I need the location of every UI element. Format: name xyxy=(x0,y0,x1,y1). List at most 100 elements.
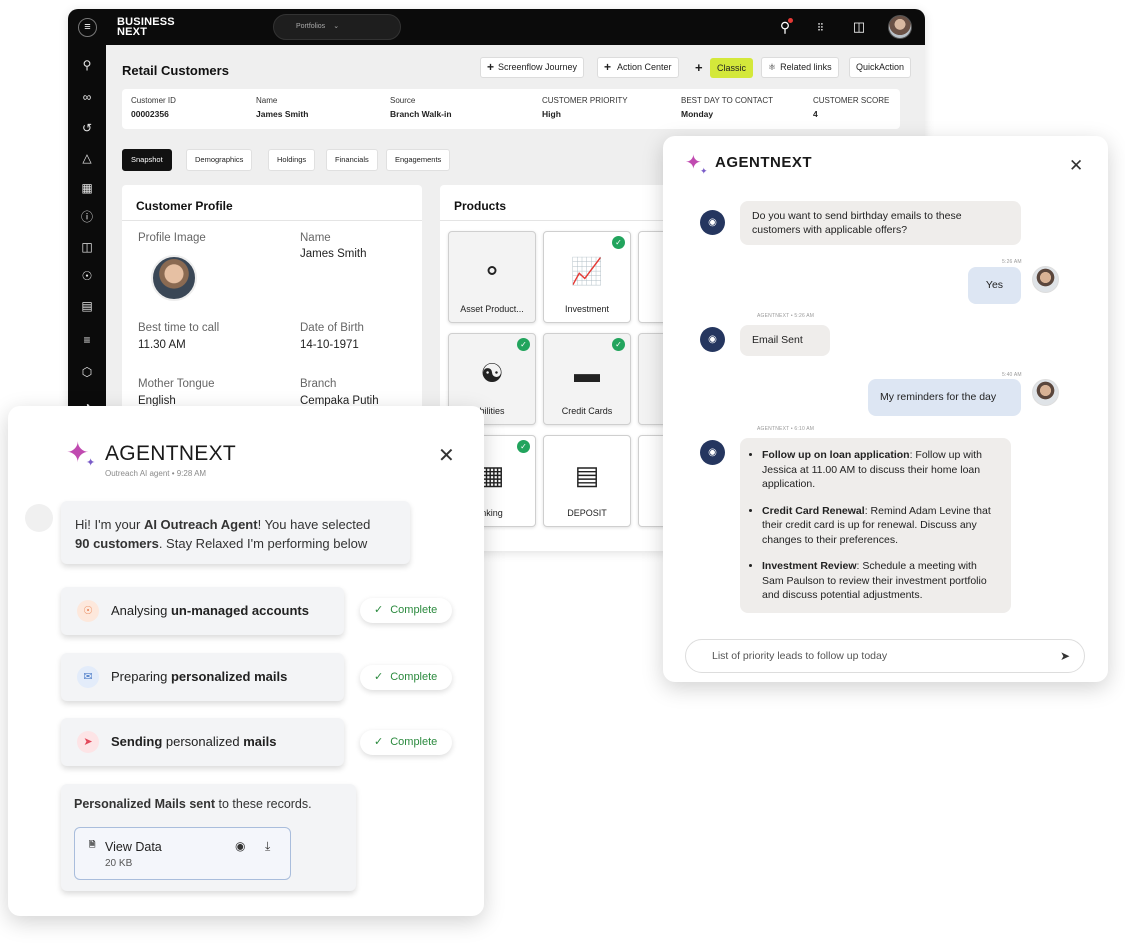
message-time: 5:26 AM xyxy=(1002,259,1022,265)
check-icon: ✓ xyxy=(374,604,384,616)
send-icon[interactable]: ➤ xyxy=(1060,640,1070,672)
page-title: Retail Customers xyxy=(122,63,229,78)
intro-message: Hi! I'm your AI Outreach Agent! You have… xyxy=(75,515,370,553)
bot-question-bubble: Do you want to send birthday emails to t… xyxy=(740,201,1021,245)
related-links-button[interactable]: ⚛ Related links xyxy=(761,57,839,78)
intro-text-2: ! You have selected xyxy=(257,517,371,532)
mother-tongue-label: Mother Tongue xyxy=(138,378,215,390)
link-icon[interactable]: ∞ xyxy=(78,88,96,106)
classic-button[interactable]: Classic xyxy=(710,58,754,78)
action-center-button[interactable]: + Action Center xyxy=(597,57,679,78)
layers-icon[interactable]: ◫ xyxy=(78,238,96,256)
contact-card-icon[interactable]: ▤ xyxy=(78,297,96,315)
mail-icon: ✉ xyxy=(77,666,99,688)
divider xyxy=(122,220,422,221)
tab-financials[interactable]: Financials xyxy=(326,149,378,171)
check-icon: ✓ xyxy=(374,671,384,683)
product-tile-asset[interactable]: ⚬ Asset Product... xyxy=(448,231,536,323)
user-avatar[interactable] xyxy=(888,15,912,39)
email-sent-bubble: Email Sent xyxy=(740,325,830,356)
product-tile-credit-cards[interactable]: ✓ ▬ Credit Cards xyxy=(543,333,631,425)
sliders-icon[interactable]: ≡ xyxy=(78,331,96,349)
field-label: CUSTOMER PRIORITY xyxy=(542,96,628,105)
chat-brand: AGENTNEXT xyxy=(715,154,813,171)
check-icon: ✓ xyxy=(374,736,384,748)
bot-avatar-icon: ◉ xyxy=(700,327,725,352)
best-time-value: 11.30 AM xyxy=(138,339,186,351)
plus-icon: + xyxy=(487,60,495,74)
file-size: 20 KB xyxy=(105,858,133,869)
network-icon[interactable]: △ xyxy=(78,149,96,167)
apps-grid-icon[interactable]: ⁝⁝ xyxy=(811,18,829,36)
top-bar: ≡ BUSINESS NEXT Portfolios ⌄ ⚲ ⁝⁝ ◫ xyxy=(68,9,925,45)
user-reminders-bubble: My reminders for the day xyxy=(868,379,1021,416)
hamburger-menu-icon[interactable]: ≡ xyxy=(78,18,97,37)
info-icon[interactable]: ⓘ xyxy=(78,208,96,226)
tab-snapshot[interactable]: Snapshot xyxy=(122,149,172,171)
download-icon[interactable]: ⤓ xyxy=(265,839,270,854)
close-icon[interactable]: ✕ xyxy=(438,446,455,466)
tab-engagements[interactable]: Engagements xyxy=(386,149,451,171)
tab-demographics[interactable]: Demographics xyxy=(186,149,253,171)
notification-bell-icon[interactable]: ⚲ xyxy=(776,18,794,36)
reminder-title: Follow up on loan application xyxy=(762,449,910,461)
field-value: James Smith xyxy=(256,109,309,119)
priority-field: CUSTOMER PRIORITY High xyxy=(542,96,628,119)
status-complete-pill: ✓ Complete xyxy=(360,665,452,690)
reminder-title: Credit Card Renewal xyxy=(762,504,865,517)
best-time-label: Best time to call xyxy=(138,322,220,334)
pdf-file-icon: 🗎 xyxy=(89,840,96,849)
product-label: Investment xyxy=(564,304,610,314)
chat-input[interactable]: List of priority leads to follow up toda… xyxy=(685,639,1085,673)
customer-id-field: Customer ID 00002356 xyxy=(131,96,176,119)
step-text: Preparing personalized mails xyxy=(111,669,287,684)
close-icon[interactable]: ✕ xyxy=(1069,157,1083,174)
agent-avatar-placeholder xyxy=(25,504,53,532)
add-plus-icon[interactable]: + xyxy=(695,58,703,77)
deposit-icon: ▤ xyxy=(574,460,600,490)
message-time: 5:40 AM xyxy=(1002,372,1022,378)
products-panel-title: Products xyxy=(454,199,507,213)
plus-icon: + xyxy=(604,60,612,74)
brand-logo[interactable]: BUSINESS NEXT xyxy=(117,17,175,38)
product-label: Asset Product... xyxy=(460,304,524,314)
step-text-plain: Preparing xyxy=(111,669,171,684)
check-icon: ✓ xyxy=(517,440,530,453)
person-icon[interactable]: ☉ xyxy=(78,267,96,285)
intro-text-3: . Stay Relaxed I'm performing below xyxy=(158,536,368,551)
message-meta: AGENTNEXT • 6:10 AM xyxy=(757,426,815,432)
cube-icon[interactable]: ⬡ xyxy=(78,363,96,381)
outreach-agent-window: ✦ ✦ AGENTNEXT Outreach AI agent • 9:28 A… xyxy=(8,406,484,916)
source-field: Source Branch Walk-in xyxy=(390,96,452,119)
field-value: Branch Walk-in xyxy=(390,109,452,119)
status-label: Complete xyxy=(390,604,438,616)
field-label: CUSTOMER SCORE xyxy=(813,96,890,105)
layout-panel-icon[interactable]: ◫ xyxy=(850,18,868,36)
name-label: Name xyxy=(300,232,331,244)
customer-info-strip: Customer ID 00002356 Name James Smith Sour… xyxy=(122,89,900,129)
eye-view-icon[interactable]: ◉ xyxy=(235,839,245,853)
calendar-icon[interactable]: ▦ xyxy=(78,179,96,197)
screenflow-journey-button[interactable]: + Screenflow Journey xyxy=(480,57,585,78)
quick-action-button[interactable]: QuickAction xyxy=(849,57,912,78)
tab-holdings[interactable]: Holdings xyxy=(268,149,316,171)
product-tile-deposit[interactable]: ▤ DEPOSIT xyxy=(543,435,631,527)
user-icon: ☉ xyxy=(77,600,99,622)
sent-rest: to these records. xyxy=(215,797,312,811)
hand-coin-icon: ⚬ xyxy=(481,256,503,286)
user-yes-bubble: Yes xyxy=(968,267,1021,304)
field-value: 4 xyxy=(813,109,818,119)
file-attachment[interactable]: 🗎 View Data 20 KB ◉ ⤓ xyxy=(74,827,291,880)
history-icon[interactable]: ↺ xyxy=(78,119,96,137)
product-tile-investment[interactable]: ✓ 📈 Investment xyxy=(543,231,631,323)
portfolio-selector[interactable]: Portfolios ⌄ xyxy=(273,14,401,40)
check-icon: ✓ xyxy=(517,338,530,351)
intro-bold-2: 90 customers xyxy=(75,536,159,551)
search-icon[interactable]: ⚲ xyxy=(78,56,96,74)
chat-input-text: List of priority leads to follow up toda… xyxy=(712,650,888,662)
step-text: Analysing un-managed accounts xyxy=(111,603,309,618)
branch-label: Branch xyxy=(300,378,337,390)
field-label: Name xyxy=(256,96,278,105)
profile-panel-title: Customer Profile xyxy=(136,199,233,213)
screenflow-label: Screenflow Journey xyxy=(498,62,578,72)
